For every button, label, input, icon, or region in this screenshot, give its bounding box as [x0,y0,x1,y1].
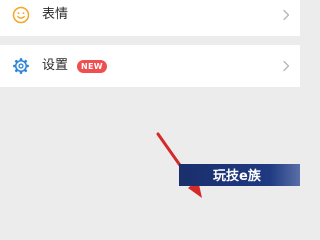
chevron-right-icon [283,60,290,72]
gear-icon [13,58,29,74]
chevron-right-icon [283,9,290,21]
watermark-logo: 玩技e族 [179,164,300,186]
smiley-icon [12,6,30,24]
settings-menu-label: 设置 [42,58,69,73]
settings-menu-item[interactable]: 设置 NEW [0,45,300,87]
new-badge: NEW [77,60,107,73]
settings-menu-group: 设置 NEW [0,45,300,87]
watermark-text: 玩技e族 [213,168,262,184]
emoji-menu-label: 表情 [42,7,69,22]
emoji-menu-item[interactable]: 表情 [0,0,300,36]
emoji-menu-group: 表情 [0,0,300,36]
